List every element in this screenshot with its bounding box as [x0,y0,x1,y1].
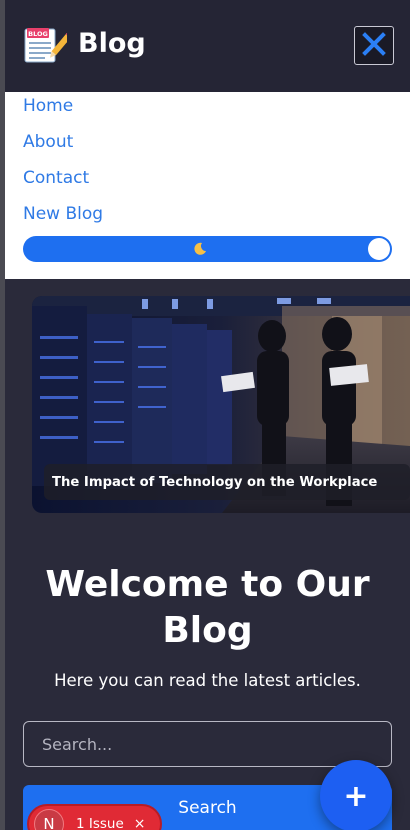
nav-item-about[interactable]: About [23,132,73,152]
add-post-fab-button[interactable]: + [320,760,392,830]
dropdown-nav-menu: Home About Contact New Blog [5,92,410,279]
close-x-icon [361,31,387,61]
top-nav-bar: BLOG Blog [5,0,410,92]
welcome-subtitle: Here you can read the latest articles. [54,671,361,690]
welcome-heading: Welcome to Our Blog [5,562,410,654]
logo-badge-text: BLOG [28,30,48,38]
nav-item-contact[interactable]: Contact [23,168,89,188]
close-menu-button[interactable] [354,26,394,65]
featured-post-card[interactable]: The Impact of Technology on the Workplac… [32,296,410,513]
site-title[interactable]: Blog [78,28,146,59]
featured-post-title[interactable]: The Impact of Technology on the Workplac… [44,464,410,500]
blog-notepad-icon[interactable]: BLOG [23,25,73,65]
issues-badge[interactable]: N 1 Issue × [27,804,162,830]
issues-avatar: N [34,809,64,830]
plus-icon: + [343,778,369,814]
welcome-heading-line-2: Blog [162,610,253,651]
issues-count-text: 1 Issue [76,816,124,830]
nav-item-new-blog[interactable]: New Blog [23,204,103,224]
theme-toggle-switch[interactable] [23,236,392,262]
nav-item-home[interactable]: Home [23,96,73,116]
moon-icon [193,241,207,255]
search-input[interactable] [23,721,392,767]
welcome-heading-line-1: Welcome to Our [45,564,370,605]
toggle-knob[interactable] [368,238,390,260]
issues-close-icon[interactable]: × [134,816,146,830]
